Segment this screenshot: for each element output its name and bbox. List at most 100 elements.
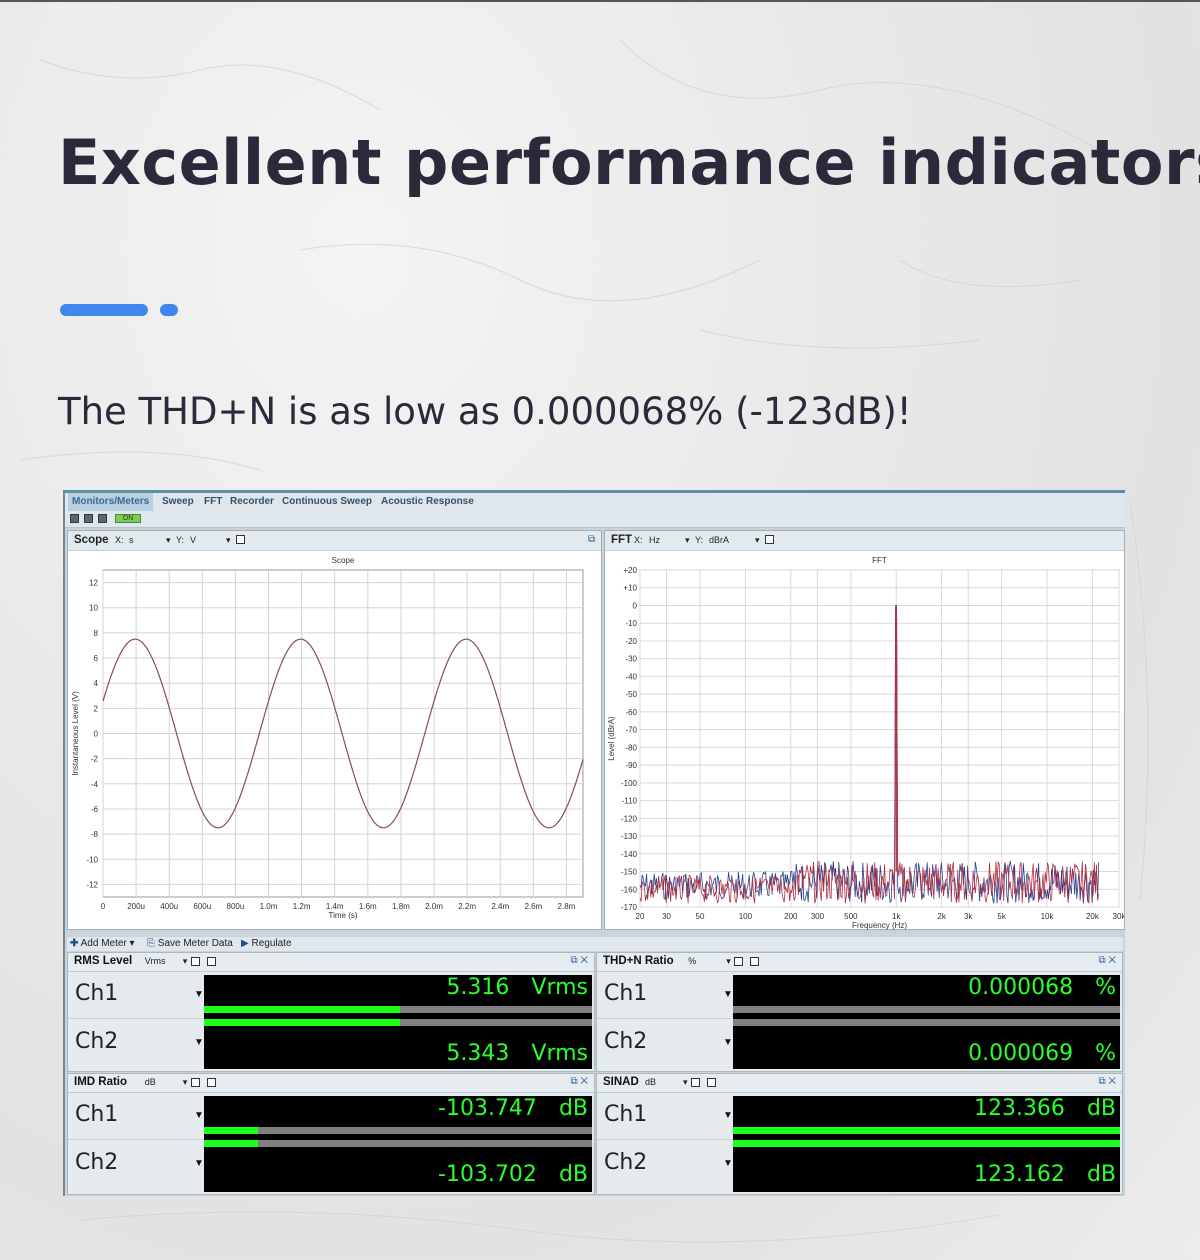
save-icon: ⎘ <box>147 938 155 949</box>
scope-x-axis-label: Time (s) <box>328 911 357 920</box>
channel-dropdown-icon[interactable]: ▼ <box>723 989 733 1000</box>
chevron-down-icon[interactable]: ▾ <box>226 535 231 546</box>
chevron-down-icon[interactable]: ▾ <box>683 1077 688 1088</box>
fft-y-tick-label: -110 <box>622 797 638 806</box>
meter-readout-ch1: 0.000068% <box>968 975 1116 1000</box>
close-icon[interactable]: ✕ <box>1108 1076 1116 1087</box>
fft-y-tick-label: -80 <box>625 743 637 752</box>
scope-x-tick-label: 2.0m <box>425 902 443 911</box>
scope-x-tick-label: 1.8m <box>392 902 410 911</box>
level-bar-fill <box>733 1140 1120 1147</box>
channel-dropdown-icon[interactable]: ▼ <box>723 1110 733 1121</box>
meter-unit-select[interactable]: % <box>688 956 696 966</box>
fft-y-unit-select[interactable]: dBrA <box>709 535 729 545</box>
save-icon[interactable] <box>70 514 79 523</box>
channel-dropdown-icon[interactable]: ▼ <box>194 1037 204 1048</box>
menu-item-monitors-meters[interactable]: Monitors/Meters <box>68 493 154 511</box>
meter-settings-icon[interactable] <box>206 957 216 966</box>
menu-item-acoustic-response[interactable]: Acoustic Response <box>381 496 474 507</box>
scope-x-tick-label: 800u <box>227 902 245 911</box>
menu-item-fft[interactable]: FFT <box>204 496 222 507</box>
level-bar-track <box>733 1006 1120 1013</box>
open-icon[interactable] <box>84 514 93 523</box>
fft-x-tick-label: 5k <box>997 912 1006 921</box>
popout-icon[interactable]: ⧉ <box>570 955 577 966</box>
add-meter-button[interactable]: ✚ Add Meter ▾ <box>70 938 135 949</box>
fft-y-tick-label: +10 <box>623 584 637 593</box>
meter-display: 123.366 dB 123.162 dB <box>733 1096 1120 1192</box>
regulate-button[interactable]: ▶ Regulate <box>241 938 292 949</box>
fft-y-tick-label: -130 <box>621 832 638 841</box>
popout-icon[interactable]: ⧉ <box>1098 1076 1105 1087</box>
fft-settings-icon[interactable] <box>765 535 774 544</box>
meter-unit: dB <box>558 1096 588 1121</box>
channel-dropdown-icon[interactable]: ▼ <box>194 1110 204 1121</box>
meter-settings-icon[interactable] <box>707 1078 716 1087</box>
popout-icon[interactable]: ⧉ <box>570 1076 577 1087</box>
fft-x-unit-select[interactable]: Hz <box>649 535 660 545</box>
scope-y-tick-label: 6 <box>94 654 99 663</box>
scope-x-label: X: <box>115 535 124 545</box>
scope-panel-title: Scope <box>74 534 109 546</box>
fft-x-axis-label: Frequency (Hz) <box>852 921 907 930</box>
meter-readout-ch2: 0.000069% <box>968 1041 1116 1066</box>
on-toggle-button[interactable]: ON <box>115 514 141 523</box>
meter-settings-icon[interactable] <box>206 1078 216 1087</box>
meter-unit-select[interactable]: Vrms <box>145 956 166 966</box>
fft-x-tick-label: 10k <box>1041 912 1055 921</box>
meter-unit-select[interactable]: dB <box>145 1077 156 1087</box>
chevron-down-icon[interactable]: ▾ <box>726 956 731 967</box>
page-subheadline: The THD+N is as low as 0.000068% (-123dB… <box>58 390 912 433</box>
fft-y-tick-label: -30 <box>625 655 637 664</box>
scope-x-tick-label: 2.8m <box>558 902 576 911</box>
top-border-line <box>0 0 1200 2</box>
regulate-label: Regulate <box>251 938 292 949</box>
chevron-down-icon[interactable]: ▾ <box>183 956 188 967</box>
fft-panel-header: FFT X: Hz ▾ Y: dBrA ▾ <box>605 531 1124 551</box>
close-icon[interactable]: ✕ <box>1108 955 1116 966</box>
meter-value: 0.000069 <box>968 1041 1074 1066</box>
scope-y-tick-label: 0 <box>94 730 99 739</box>
chevron-down-icon[interactable]: ▾ <box>166 535 171 546</box>
scope-y-unit-select[interactable]: V <box>190 535 196 545</box>
chevron-down-icon[interactable]: ▾ <box>183 1077 188 1088</box>
channel-dropdown-icon[interactable]: ▼ <box>194 989 204 1000</box>
popout-icon[interactable]: ⧉ <box>588 534 595 545</box>
meter-options-icon[interactable] <box>734 957 744 966</box>
menu-item-recorder[interactable]: Recorder <box>230 496 274 507</box>
menu-item-continuous-sweep[interactable]: Continuous Sweep <box>282 496 372 507</box>
close-icon[interactable]: ✕ <box>580 1076 588 1087</box>
meter-readout-ch2: 5.343 Vrms <box>446 1041 588 1066</box>
channel-label-ch1: Ch1 <box>604 1102 648 1127</box>
scope-y-label: Y: <box>176 535 185 545</box>
meter-unit: Vrms <box>531 975 588 1000</box>
meter-title: IMD Ratio <box>74 1076 128 1088</box>
meter-options-icon[interactable] <box>691 1078 700 1087</box>
meter-unit-select[interactable]: dB <box>645 1077 656 1087</box>
fft-y-tick-label: -170 <box>621 903 638 912</box>
save-meter-data-button[interactable]: ⎘ Save Meter Data <box>147 938 233 949</box>
close-icon[interactable]: ✕ <box>580 955 588 966</box>
channel-label-ch2: Ch2 <box>604 1150 648 1175</box>
meter-settings-icon[interactable] <box>750 957 760 966</box>
menu-item-sweep[interactable]: Sweep <box>162 496 194 507</box>
meter-options-icon[interactable] <box>190 957 200 966</box>
scope-x-tick-label: 1.2m <box>293 902 311 911</box>
fft-y-tick-label: -60 <box>625 708 637 717</box>
channel-dropdown-icon[interactable]: ▼ <box>723 1158 733 1169</box>
channel-dropdown-icon[interactable]: ▼ <box>723 1037 733 1048</box>
settings-icon[interactable] <box>98 514 107 523</box>
meter-panel-thd-n-ratio: THD+N Ratio % ▾ ⧉ ✕ 0.000068% 0.000069% Ch… <box>596 952 1123 1072</box>
scope-y-tick-label: 4 <box>94 679 99 688</box>
chevron-down-icon[interactable]: ▾ <box>685 535 690 546</box>
popout-icon[interactable]: ⧉ <box>1098 955 1105 966</box>
channel-dropdown-icon[interactable]: ▼ <box>194 1158 204 1169</box>
play-icon: ▶ <box>241 938 249 949</box>
scope-chart-title: Scope <box>332 556 355 565</box>
scope-settings-icon[interactable] <box>236 535 245 544</box>
chevron-down-icon[interactable]: ▾ <box>755 535 760 546</box>
scope-x-unit-select[interactable]: s <box>129 535 134 545</box>
page-headline: Excellent performance indicators <box>58 126 1200 199</box>
scope-x-tick-label: 600u <box>193 902 211 911</box>
meter-options-icon[interactable] <box>190 1078 200 1087</box>
